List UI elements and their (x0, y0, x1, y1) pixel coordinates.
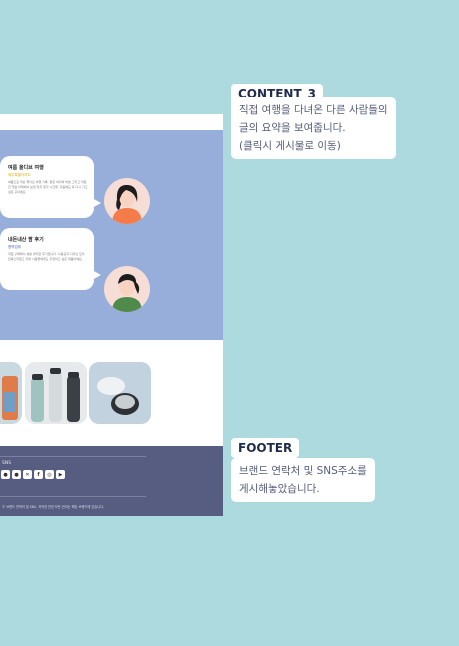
review-card-2[interactable]: 내돈내산 팜 후기 협력업체 직접 구매해서 써본 솔직한 후기입니다. 사용감… (0, 228, 101, 290)
annotation-line: 브랜드 연락처 및 SNS주소를 (239, 465, 367, 477)
footer-sns-label: SNS (2, 461, 12, 466)
annotation-footer-desc: 브랜드 연락처 및 SNS주소를 게시해놓았습니다. (231, 458, 375, 502)
sns-facebook-icon[interactable]: f (34, 470, 43, 479)
product-thumb-3[interactable] (89, 362, 151, 424)
review-summary: 여름으로 떠난 올디브 여행 기록. 맑은 바다와 하늘 그리고 따뜻한 햇살 … (8, 180, 88, 194)
review-title: 내돈내산 팜 후기 (8, 237, 44, 243)
annotation-line: 직접 여행을 다녀온 다른 사람들의 (239, 104, 388, 116)
review-location: 제주특별자치도 (8, 173, 31, 177)
content3-review-section: 여름 올디브 여행 제주특별자치도 여름으로 떠난 올디브 여행 기록. 맑은 … (0, 130, 223, 340)
footer-sns-icons: ● ● ✕ f ◎ ▶ (1, 470, 65, 479)
sns-talk-icon[interactable]: ● (12, 470, 21, 479)
product-thumb-2[interactable] (25, 362, 87, 424)
footer-section: SNS ● ● ✕ f ◎ ▶ © 브랜드 연락처 및 SNS. 저작권 관련 … (0, 446, 223, 516)
annotation-content3-desc: 직접 여행을 다녀온 다른 사람들의 글의 요약을 보여줍니다. (클릭시 게시… (231, 97, 396, 159)
review-card-1[interactable]: 여름 올디브 여행 제주특별자치도 여름으로 떠난 올디브 여행 기록. 맑은 … (0, 156, 101, 218)
footer-copyright: © 브랜드 연락처 및 SNS. 저작권 관련 모든 권리는 해당 브랜드에 있… (2, 505, 104, 509)
reviewer-avatar-1 (104, 178, 150, 224)
annotation-line: (클릭시 게시물로 이동) (239, 140, 341, 152)
review-summary: 직접 구매해서 써본 솔직한 후기입니다. 사용감과 디자인 모두 만족스러웠고… (8, 252, 85, 261)
annotation-footer-tag: FOOTER (231, 438, 300, 458)
page-mockup: 여름 올디브 여행 제주특별자치도 여름으로 떠난 올디브 여행 기록. 맑은 … (0, 114, 223, 516)
reviewer-avatar-2 (104, 266, 150, 312)
mockup-top-strip (0, 114, 223, 130)
review-location: 협력업체 (8, 245, 21, 249)
sns-x-icon[interactable]: ✕ (23, 470, 32, 479)
sns-instagram-icon[interactable]: ◎ (45, 470, 54, 479)
footer-divider (0, 456, 146, 457)
sns-chat-icon[interactable]: ● (1, 470, 10, 479)
product-gallery (0, 340, 223, 446)
annotation-line: 게시해놓았습니다. (239, 483, 320, 495)
sns-youtube-icon[interactable]: ▶ (56, 470, 65, 479)
review-title: 여름 올디브 여행 (8, 165, 44, 171)
product-thumb-1[interactable] (0, 362, 22, 424)
footer-divider (0, 496, 146, 497)
annotation-line: 글의 요약을 보여줍니다. (239, 122, 346, 134)
